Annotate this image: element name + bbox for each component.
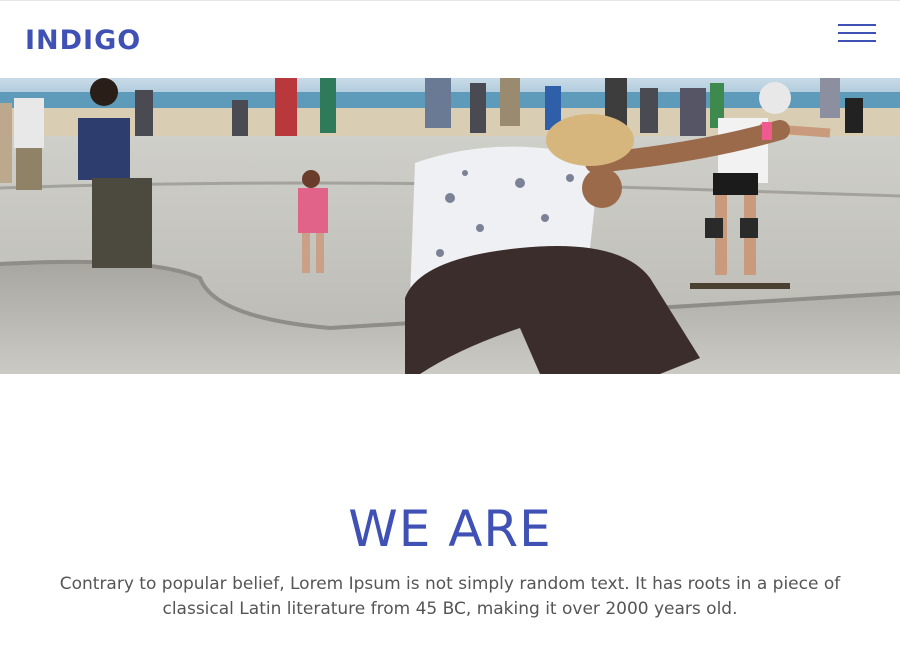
hero-slider [0,78,900,374]
hero-image [0,78,900,374]
section-description: Contrary to popular belief, Lorem Ipsum … [59,574,841,619]
menu-line [838,40,876,42]
menu-line [838,24,876,26]
hamburger-menu-icon[interactable] [838,21,876,47]
about-section: WE ARE Contrary to popular belief, Lorem… [0,496,900,622]
site-header: INDIGO [0,0,900,78]
section-title: WE ARE [348,500,552,558]
brand-logo[interactable]: INDIGO [25,25,141,56]
menu-line [838,32,876,34]
